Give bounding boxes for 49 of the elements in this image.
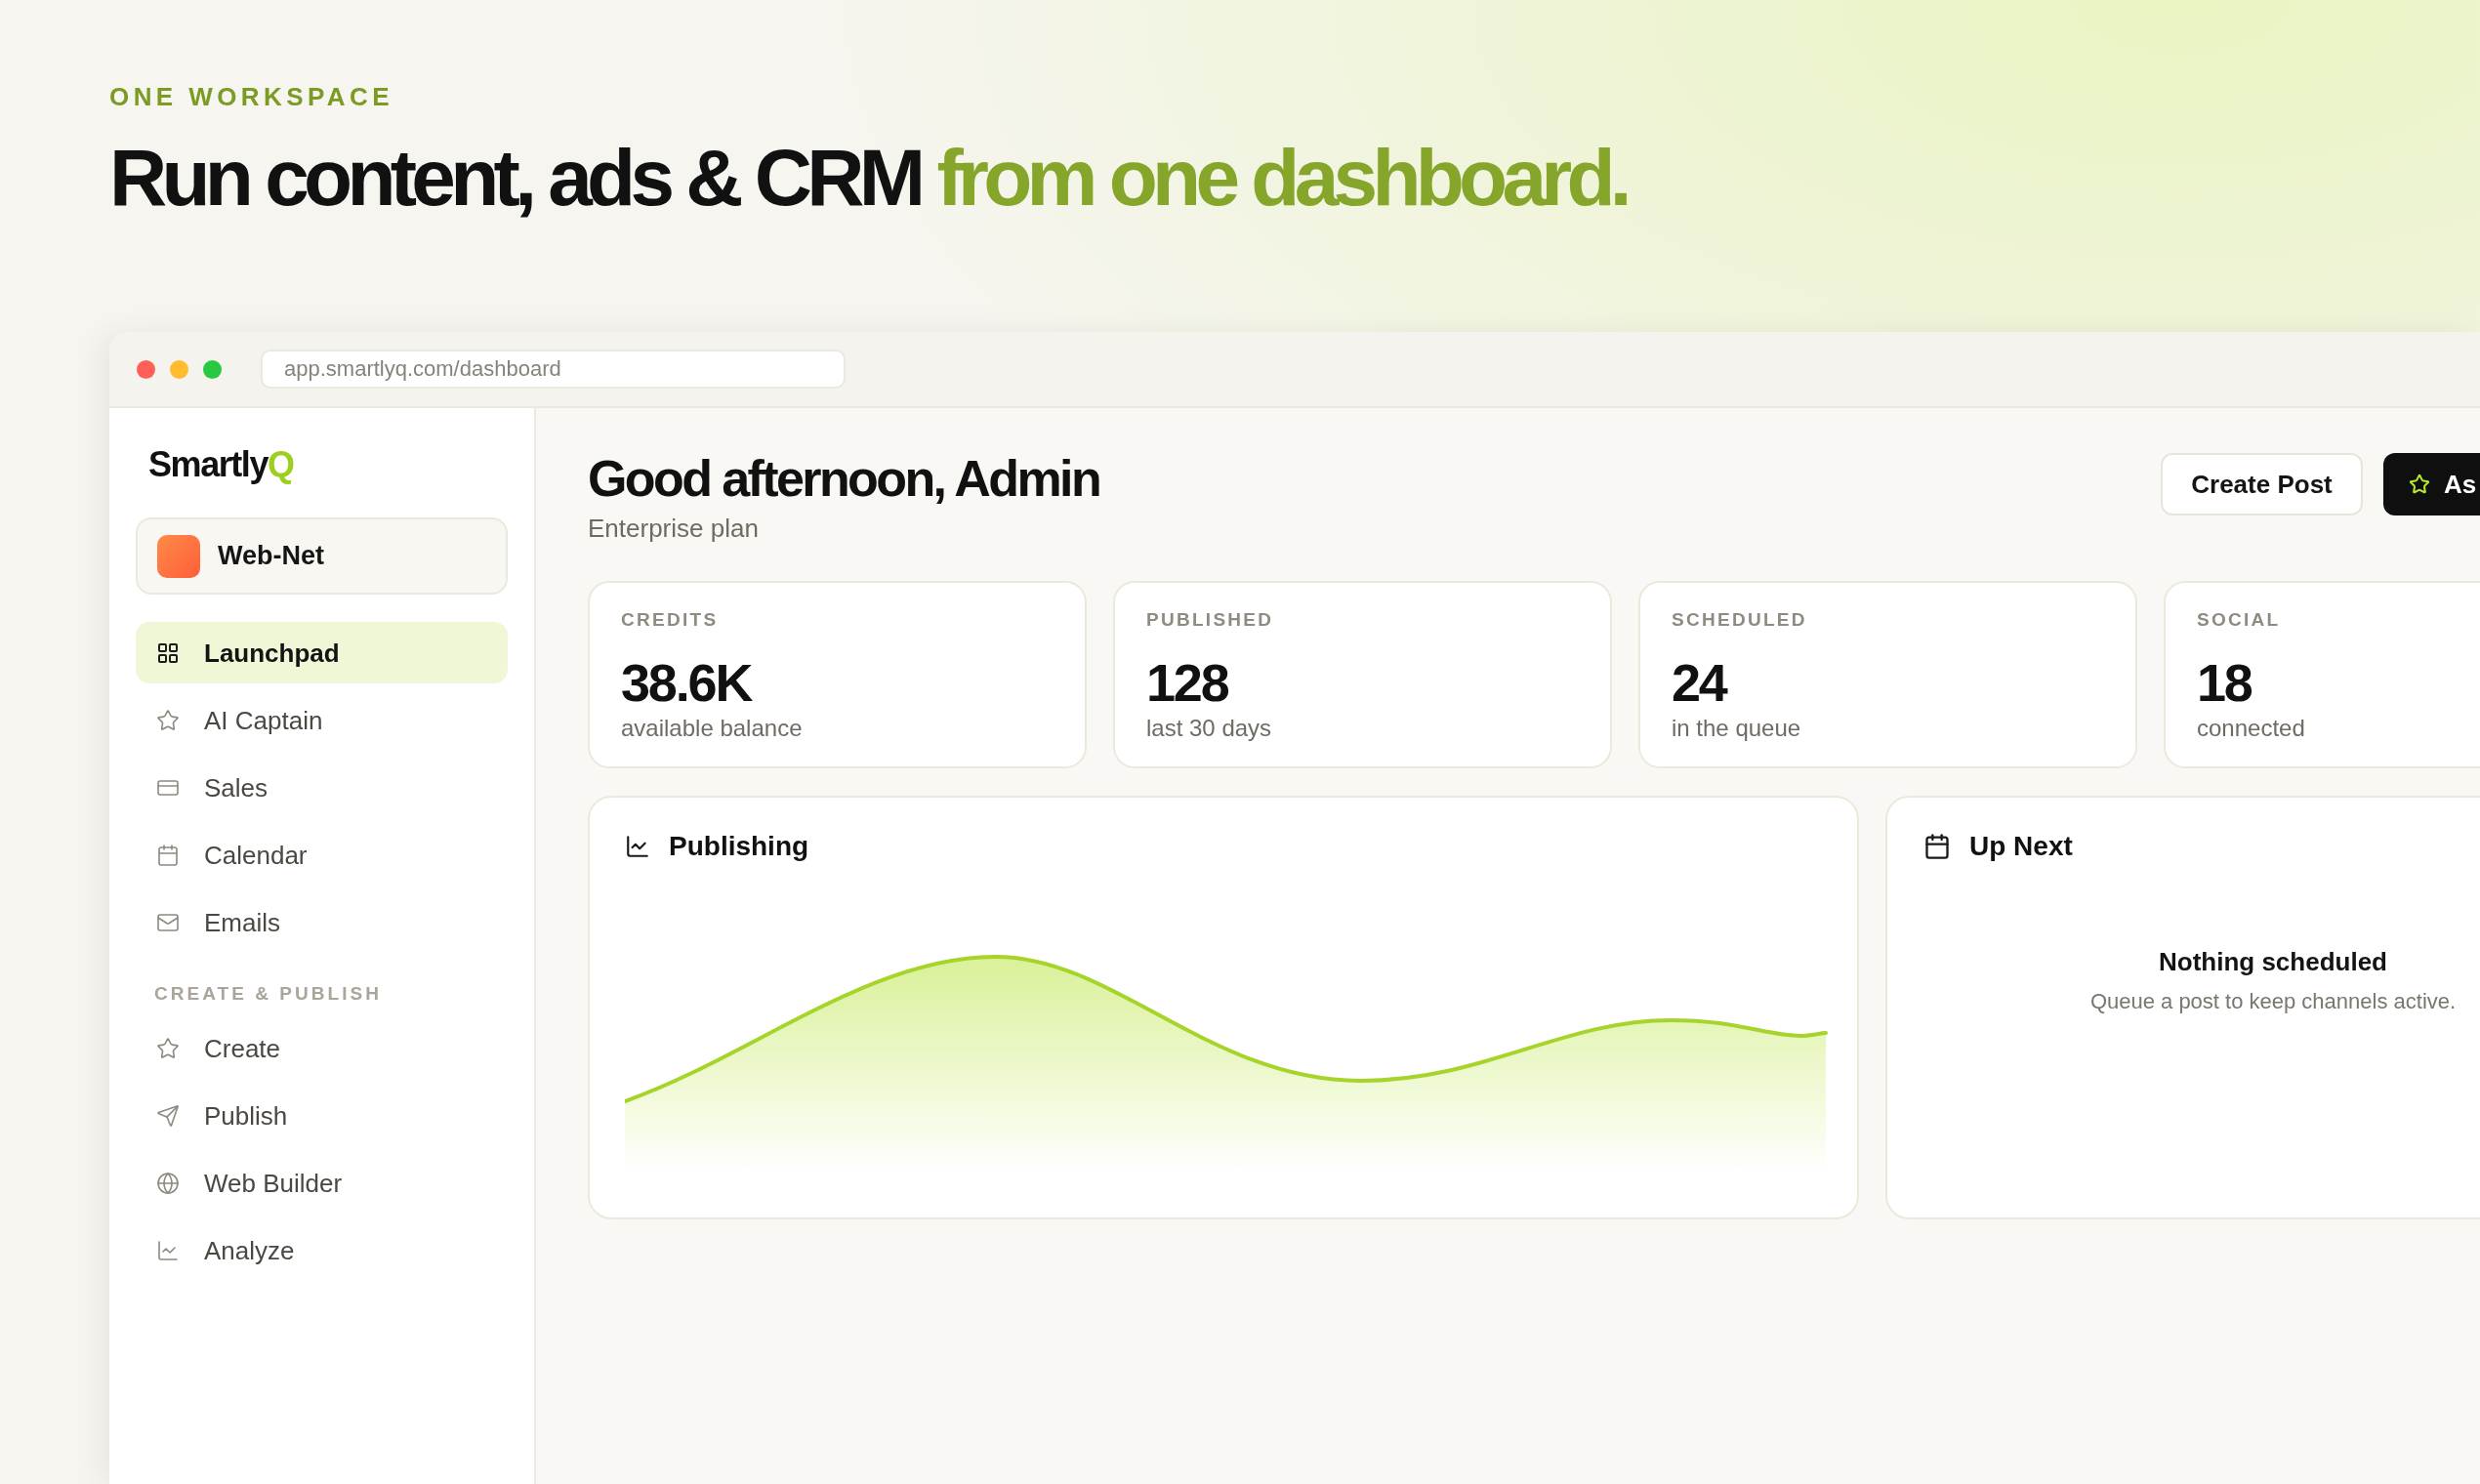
send-icon [156,1103,180,1128]
sidebar-item[interactable]: Emails [136,891,508,953]
stat-label: PUBLISHED [1146,610,1274,629]
stat-caption: last 30 days [1146,717,1272,740]
globe-icon [156,1171,180,1195]
sidebar-item[interactable]: Publish [136,1085,508,1146]
empty-state-text: Queue a post to keep channels active. [2089,991,2457,1012]
grid-icon [156,640,180,665]
stat-label: SOCIAL [2197,610,2281,629]
stat-value: 18 [2197,656,2252,709]
sidebar-item[interactable]: AI Captain [136,689,508,751]
window-maximize-icon[interactable] [203,359,222,379]
panel-title: Up Next [1969,833,2073,860]
panel-title: Publishing [669,833,809,860]
stat-value: 128 [1146,656,1228,709]
sidebar-item[interactable]: Launchpad [136,622,508,683]
star-icon [156,708,180,732]
stat-caption: in the queue [1672,717,1801,740]
workspace-switcher[interactable]: Web-Net [136,517,508,595]
calendar-icon [1923,833,1951,860]
headline: Run content, ads & CRM from one dashboard. [109,138,1627,218]
line-chart-icon [156,1238,180,1262]
stat-label: CREDITS [621,610,719,629]
sidebar-item[interactable]: Analyze [136,1219,508,1281]
create-post-button[interactable]: Create Post [2161,453,2363,515]
workspace-avatar-icon [157,534,200,578]
sidebar-item[interactable]: Calendar [136,824,508,886]
plan-label: Enterprise plan [588,515,759,541]
primary-action-button[interactable]: As [2383,453,2480,515]
greeting-title: Good afternoon, Admin [588,453,1100,504]
logo: SmartlyQ [148,447,294,482]
sidebar-item[interactable]: Web Builder [136,1152,508,1214]
stat-caption: connected [2197,717,2305,740]
line-chart-icon [625,834,650,859]
window-close-icon[interactable] [137,359,155,379]
stat-label: SCHEDULED [1672,610,1807,629]
empty-state-title: Nothing scheduled [2159,949,2387,974]
stat-value: 38.6K [621,656,752,709]
calendar-icon [156,843,180,867]
address-field[interactable]: app.smartlyq.com/dashboard [261,350,846,389]
window-minimize-icon[interactable] [170,359,188,379]
sidebar-item[interactable]: Create [136,1017,508,1079]
sidebar-item[interactable]: Sales [136,757,508,818]
stat-value: 24 [1672,656,1726,709]
stat-caption: available balance [621,717,803,740]
section-label: CREATE & PUBLISH [154,984,383,1003]
eyebrow-label: ONE WORKSPACE [109,84,393,109]
star-icon [156,1036,180,1060]
star-icon [2409,474,2430,495]
